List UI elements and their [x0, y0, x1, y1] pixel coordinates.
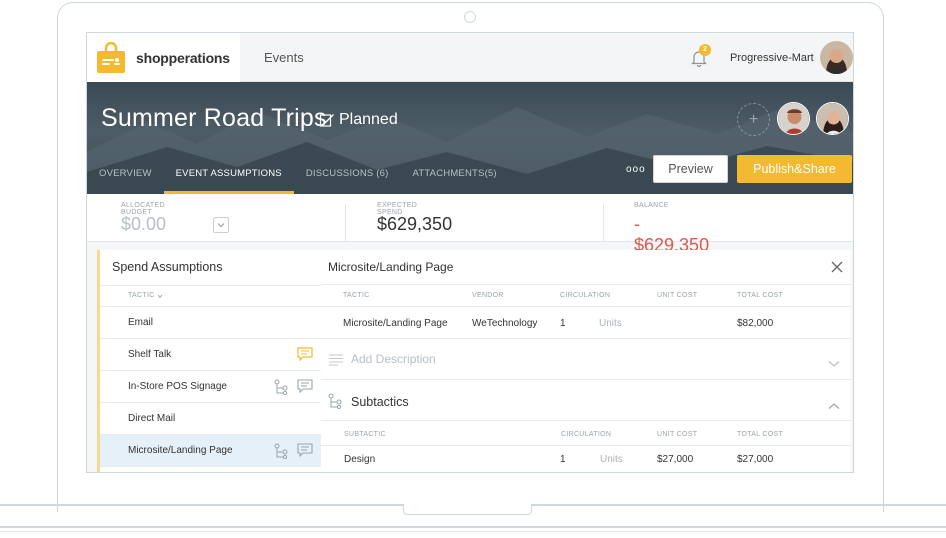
col-unit-cost[interactable]: UNIT COST	[657, 292, 697, 299]
tab-attachments[interactable]: ATTACHMENTS(5)	[401, 164, 509, 194]
subtactics-title: Subtactics	[351, 395, 409, 409]
col-sub-circulation[interactable]: CIRCULATION	[561, 431, 611, 438]
col-vendor[interactable]: VENDOR	[472, 292, 504, 299]
cell-total-cost: $82,000	[737, 318, 774, 329]
spend-assumptions-title: Spend Assumptions	[112, 260, 223, 274]
col-total-cost[interactable]: TOTAL COST	[737, 292, 783, 299]
col-sub-total-cost[interactable]: TOTAL COST	[737, 431, 783, 438]
tactic-detail-panel: Microsite/Landing Page TACTIC VENDOR CIR…	[321, 250, 851, 472]
status-label: Planned	[339, 111, 398, 128]
col-circulation[interactable]: CIRCULATION	[560, 292, 610, 299]
collaborator-avatar[interactable]	[777, 102, 810, 135]
subtactic-tree-icon[interactable]	[274, 379, 288, 400]
shopping-bag-logo-icon	[96, 41, 126, 74]
list-item-selected[interactable]: Microsite/Landing Page	[100, 435, 321, 467]
cell-sub-circulation[interactable]: 1	[560, 454, 566, 465]
cell-vendor: WeTechnology	[472, 318, 538, 329]
allocated-budget-value: $0.00	[121, 214, 167, 234]
col-sub-unit-cost[interactable]: UNIT COST	[657, 431, 697, 438]
balance-label: BALANCE	[634, 202, 669, 209]
event-status[interactable]: Planned	[319, 111, 398, 129]
chevron-down-icon[interactable]	[213, 217, 229, 233]
collaborator-avatar[interactable]	[816, 102, 849, 135]
tab-event-assumptions[interactable]: EVENT ASSUMPTIONS	[163, 164, 294, 194]
cell-sub-unit-cost[interactable]: $27,000	[657, 454, 693, 465]
edit-icon[interactable]	[319, 112, 335, 128]
detail-title: Microsite/Landing Page	[328, 260, 454, 274]
comment-icon[interactable]	[297, 443, 313, 462]
event-hero: Summer Road Trips Planned + OVERVIEW EVE…	[87, 82, 853, 194]
list-item[interactable]: Direct Mail	[100, 403, 321, 435]
chevron-up-icon[interactable]	[828, 397, 840, 415]
budget-summary: ALLOCATED BUDGET $0.00 EXPECTED SPEND $6…	[87, 194, 853, 255]
laptop-base	[0, 504, 946, 538]
publish-share-button[interactable]: Publish&Share	[737, 155, 852, 183]
subtactic-tree-icon	[328, 393, 342, 414]
app-screen: shopperations Events 2 Progressive-Mart …	[86, 32, 854, 473]
event-tabs: OVERVIEW EVENT ASSUMPTIONS DISCUSSIONS (…	[87, 164, 509, 194]
cell-subtactic: Design	[344, 454, 376, 465]
more-options-icon[interactable]: ooo	[626, 164, 646, 175]
add-collaborator-button[interactable]: +	[737, 103, 770, 136]
col-subtactic[interactable]: SUBTACTIC	[344, 431, 386, 438]
event-title: Summer Road Trips	[101, 104, 327, 132]
spend-assumptions-panel: Spend Assumptions TACTIC Email Shelf Tal…	[97, 250, 321, 472]
description-icon	[328, 353, 344, 371]
subtactic-tree-icon[interactable]	[274, 443, 288, 464]
close-icon[interactable]	[830, 260, 844, 274]
cell-sub-total-cost: $27,000	[737, 454, 774, 465]
comment-icon[interactable]	[297, 379, 313, 398]
notification-badge: 2	[699, 44, 711, 56]
add-description-field[interactable]: Add Description	[351, 352, 436, 366]
comment-icon[interactable]	[297, 347, 313, 366]
cell-units: Units	[599, 318, 622, 329]
list-item[interactable]: Email	[100, 307, 321, 339]
org-name[interactable]: Progressive-Mart	[730, 52, 814, 64]
list-item[interactable]: In-Store POS Signage	[100, 371, 321, 403]
cell-sub-units: Units	[600, 454, 623, 465]
camera-dot	[464, 11, 476, 23]
sort-icon	[157, 294, 163, 299]
user-avatar[interactable]	[820, 41, 853, 74]
top-bar: shopperations Events 2 Progressive-Mart	[87, 33, 853, 82]
col-tactic[interactable]: TACTIC	[343, 292, 370, 299]
preview-button[interactable]: Preview	[653, 155, 728, 183]
tab-discussions[interactable]: DISCUSSIONS (6)	[294, 164, 401, 194]
cell-tactic: Microsite/Landing Page	[343, 318, 448, 329]
brand-name: shopperations	[136, 49, 230, 66]
tab-overview[interactable]: OVERVIEW	[87, 164, 164, 194]
chevron-down-icon[interactable]	[828, 355, 840, 373]
tactic-column-header[interactable]: TACTIC	[100, 285, 321, 307]
brand[interactable]: shopperations	[87, 33, 240, 82]
cell-circulation[interactable]: 1	[560, 318, 566, 329]
list-item[interactable]: Shelf Talk	[100, 339, 321, 371]
nav-events-link[interactable]: Events	[264, 50, 304, 65]
expected-spend-value: $629,350	[377, 214, 453, 234]
